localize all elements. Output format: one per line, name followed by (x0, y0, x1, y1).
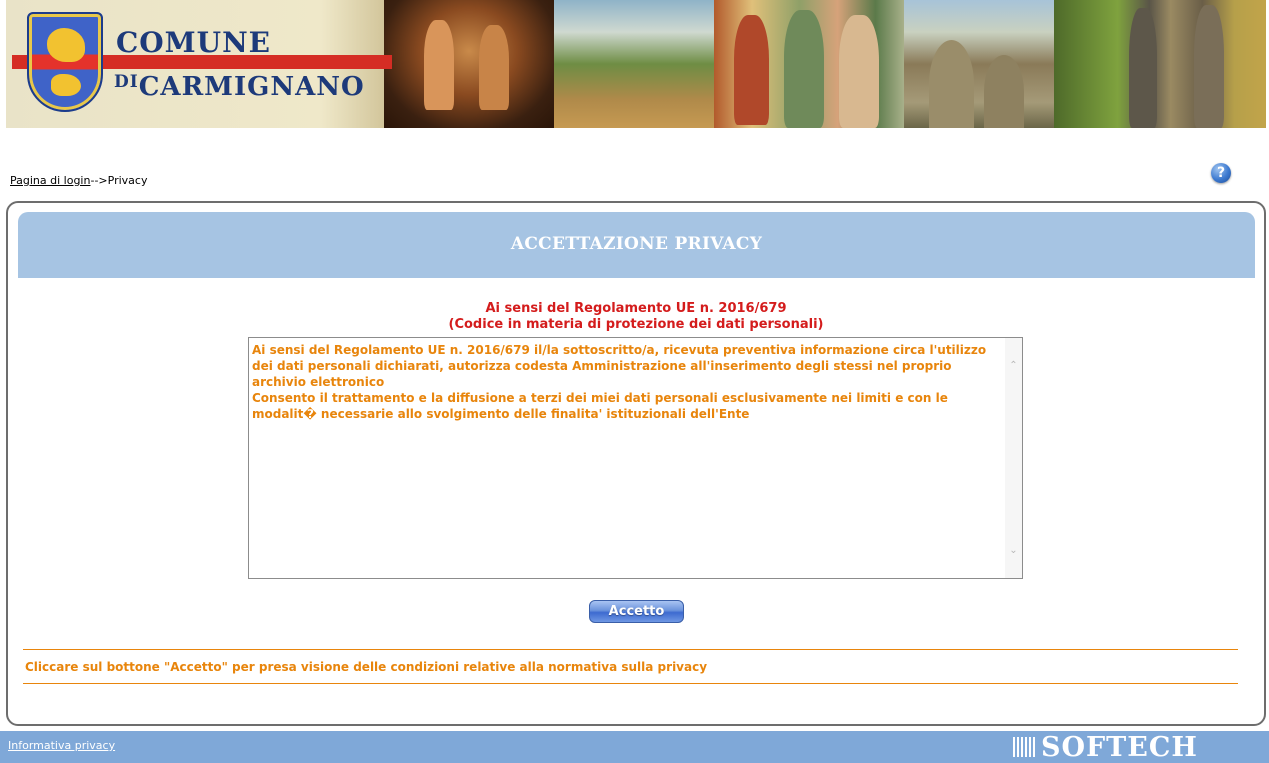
chevron-up-icon[interactable]: ⌃ (1008, 360, 1019, 371)
softech-logo-text: SOFTECH (1041, 731, 1198, 763)
page-title: ACCETTAZIONE PRIVACY (510, 234, 763, 254)
lion-icon (51, 74, 81, 96)
breadcrumb: Pagina di login-->Privacy (10, 174, 147, 187)
footer: Informativa privacy SOFTECH (0, 731, 1269, 763)
privacy-text-area[interactable]: Ai sensi del Regolamento UE n. 2016/679 … (248, 337, 1023, 579)
privacy-panel: ACCETTAZIONE PRIVACY Ai sensi del Regola… (6, 201, 1266, 726)
accept-button[interactable]: Accetto (589, 600, 684, 623)
breadcrumb-current: Privacy (107, 174, 148, 187)
banner-painting-image (714, 0, 904, 128)
privacy-policy-link[interactable]: Informativa privacy (8, 739, 115, 752)
banner-hill-image (554, 0, 714, 128)
breadcrumb-login-link[interactable]: Pagina di login (10, 174, 90, 187)
banner-statue-image (1054, 0, 1266, 128)
chevron-down-icon[interactable]: ⌄ (1008, 545, 1019, 556)
carmignano-name: CARMIGNANO (138, 72, 365, 102)
notice-bar: Cliccare sul bottone "Accetto" per presa… (23, 649, 1238, 684)
banner-church-image (904, 0, 1054, 128)
notice-text: Cliccare sul bottone "Accetto" per presa… (25, 660, 708, 674)
vertical-scrollbar[interactable]: ⌃ ⌄ (1005, 338, 1022, 578)
banner-vase-image (384, 0, 554, 128)
header-banner: COMUNE DICARMIGNANO (6, 0, 1266, 128)
help-icon[interactable]: ? (1211, 163, 1231, 183)
regulation-heading: Ai sensi del Regolamento UE n. 2016/679 … (8, 301, 1264, 333)
regulation-line-2: (Codice in materia di protezione dei dat… (448, 317, 824, 332)
lion-icon (47, 28, 85, 62)
softech-logo: SOFTECH (1013, 731, 1198, 763)
privacy-text: Ai sensi del Regolamento UE n. 2016/679 … (252, 342, 997, 422)
comune-label: COMUNE (116, 26, 272, 59)
privacy-paragraph-2: Consento il trattamento e la diffusione … (252, 391, 948, 421)
coat-of-arms-logo (27, 12, 103, 112)
breadcrumb-separator: --> (90, 174, 108, 187)
regulation-line-1: Ai sensi del Regolamento UE n. 2016/679 (485, 301, 787, 316)
privacy-paragraph-1: Ai sensi del Regolamento UE n. 2016/679 … (252, 343, 987, 389)
carmignano-label: DICARMIGNANO (114, 72, 365, 102)
barcode-icon (1013, 737, 1035, 757)
title-bar: ACCETTAZIONE PRIVACY (18, 212, 1255, 278)
carmignano-prefix: DI (114, 72, 139, 92)
